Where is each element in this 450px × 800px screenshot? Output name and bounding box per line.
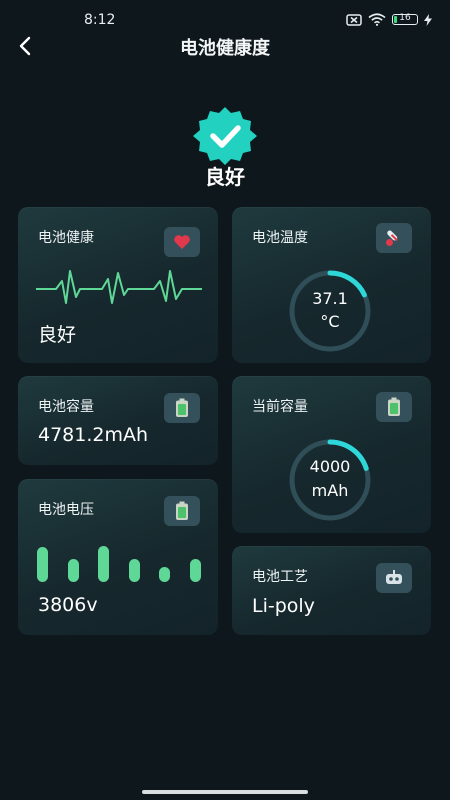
voltage-bar: [128, 559, 140, 582]
card-title: 电池容量: [38, 399, 94, 415]
battery-level: 16: [399, 13, 411, 23]
card-title: 电池健康: [38, 230, 94, 246]
card-title: 电池工艺: [252, 569, 308, 585]
robot-icon-box: [376, 563, 412, 593]
battery-icon: [176, 398, 188, 417]
voltage-bar: [189, 559, 201, 582]
voltage-bar: [159, 567, 170, 582]
voltage-value: 3806v: [38, 594, 98, 616]
battery-icon-box: [376, 392, 412, 422]
current-capacity-card[interactable]: 当前容量 4000 mAh: [232, 376, 431, 533]
health-value: 良好: [38, 324, 77, 346]
voltage-bar: [67, 559, 79, 582]
current-capacity-value: 4000: [309, 457, 351, 476]
nav-bar: 电池健康度: [0, 28, 450, 64]
page-title: 电池健康度: [180, 38, 270, 59]
verified-check-badge-icon: [193, 107, 257, 165]
card-title: 当前容量: [252, 399, 308, 415]
sim-off-icon: [346, 13, 362, 26]
card-title: 电池温度: [252, 230, 308, 246]
wifi-icon: [368, 13, 386, 26]
home-indicator[interactable]: [142, 790, 308, 794]
robot-icon: [386, 570, 402, 584]
battery-voltage-card[interactable]: 电池电压 3806v: [18, 479, 218, 635]
battery-icon-box: [164, 393, 200, 423]
ecg-waveform: [36, 270, 202, 304]
battery-health-card[interactable]: 电池健康 良好: [18, 207, 218, 363]
technology-value: Li-poly: [252, 595, 315, 617]
heart-icon: [174, 235, 190, 249]
current-capacity-unit: mAh: [311, 481, 349, 500]
battery-icon: 16: [392, 13, 418, 25]
heart-icon-box: [164, 227, 200, 257]
health-status-label: 良好: [205, 165, 245, 189]
capacity-value: 4781.2mAh: [38, 424, 149, 446]
charging-bolt-icon: [424, 13, 432, 26]
voltage-bar: [37, 547, 48, 582]
battery-technology-card[interactable]: 电池工艺 Li-poly: [232, 546, 431, 635]
battery-temperature-card[interactable]: 电池温度 37.1 °C: [232, 207, 431, 363]
voltage-bar: [98, 546, 109, 582]
thermometer-icon: [386, 230, 398, 246]
temperature-value: 37.1: [312, 289, 348, 308]
thermometer-icon-box: [376, 223, 412, 253]
status-icons: 16: [346, 13, 432, 26]
battery-icon: [388, 397, 400, 416]
temperature-unit: °C: [320, 312, 340, 331]
battery-capacity-card[interactable]: 电池容量 4781.2mAh: [18, 376, 218, 465]
status-time: 8:12: [84, 12, 116, 28]
